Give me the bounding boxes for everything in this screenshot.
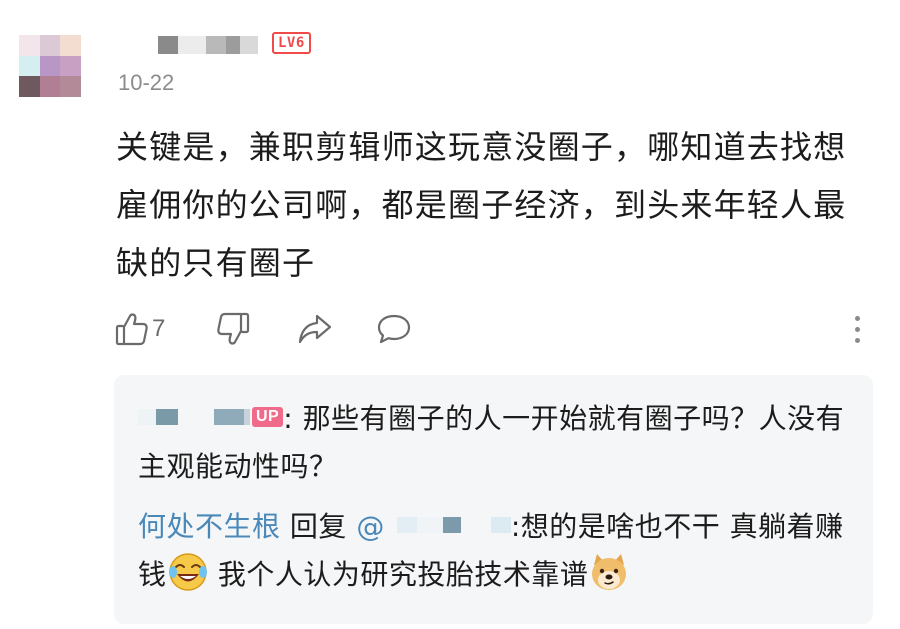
share-icon (297, 312, 333, 346)
share-button[interactable] (297, 309, 333, 349)
up-badge: UP (252, 407, 284, 427)
avatar[interactable] (19, 35, 81, 97)
reply-word: 回复 (280, 510, 357, 543)
reply-preview-box[interactable]: UP: 那些有圈子的人一开始就有圈子吗？人没有主观能动性吗？ 何处不生根 回复 … (114, 375, 873, 624)
like-button[interactable]: 7 (115, 309, 165, 349)
mention-username-obscured[interactable] (384, 517, 511, 533)
reply-item: UP: 那些有圈子的人一开始就有圈子吗？人没有主观能动性吗？ (138, 395, 853, 491)
more-vertical-icon[interactable] (852, 316, 862, 346)
reply-button[interactable] (376, 309, 412, 349)
reply-separator: : (283, 402, 294, 435)
reply-username[interactable]: 何处不生根 (138, 510, 281, 543)
reply-separator: : (510, 510, 521, 543)
thumbs-down-icon (216, 311, 250, 347)
thumbs-up-icon (115, 311, 149, 347)
comment-text: 关键是，兼职剪辑师这玩意没圈子，哪知道去找想雇佣你的公司啊，都是圈子经济，到头来… (116, 128, 847, 282)
reply-item: 何处不生根 回复 @ :想的是啥也不干 真躺着赚钱 我个人认为研究投胎技术靠谱 (138, 503, 853, 599)
reply-text: 我个人认为研究投胎技术靠谱 (208, 558, 589, 591)
mention-at[interactable]: @ (356, 510, 385, 543)
username-obscured[interactable] (140, 36, 258, 54)
comment-icon (376, 312, 412, 346)
doge-emoji-icon (588, 551, 630, 593)
level-badge: LV6 (272, 32, 311, 54)
reply-username-obscured[interactable] (138, 409, 250, 425)
comment-date: 10-22 (118, 70, 175, 95)
like-count: 7 (152, 315, 166, 342)
dislike-button[interactable] (216, 309, 250, 349)
laughing-tears-emoji-icon (167, 551, 209, 593)
